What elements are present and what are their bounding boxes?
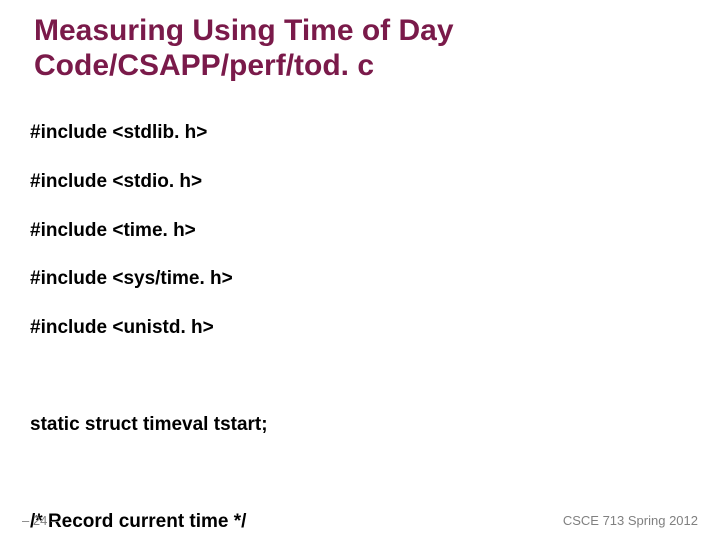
code-line: #include <stdio. h>	[30, 170, 690, 194]
code-line: #include <stdlib. h>	[30, 121, 690, 145]
slide: Measuring Using Time of Day Code/CSAPP/p…	[0, 0, 720, 540]
title-line-2: Code/CSAPP/perf/tod. c	[34, 49, 374, 82]
code-line: #include <time. h>	[30, 219, 690, 243]
footer-course: CSCE 713 Spring 2012	[563, 513, 698, 528]
blank-line	[30, 461, 690, 485]
code-line: static struct timeval tstart;	[30, 413, 690, 437]
code-line: #include <sys/time. h>	[30, 267, 690, 291]
title-line-1: Measuring Using Time of Day	[34, 14, 454, 47]
code-block: #include <stdlib. h> #include <stdio. h>…	[30, 97, 690, 540]
blank-line	[30, 364, 690, 388]
page-number: – 24 –	[22, 513, 58, 528]
slide-title: Measuring Using Time of Day Code/CSAPP/p…	[34, 14, 690, 83]
code-line: #include <unistd. h>	[30, 316, 690, 340]
